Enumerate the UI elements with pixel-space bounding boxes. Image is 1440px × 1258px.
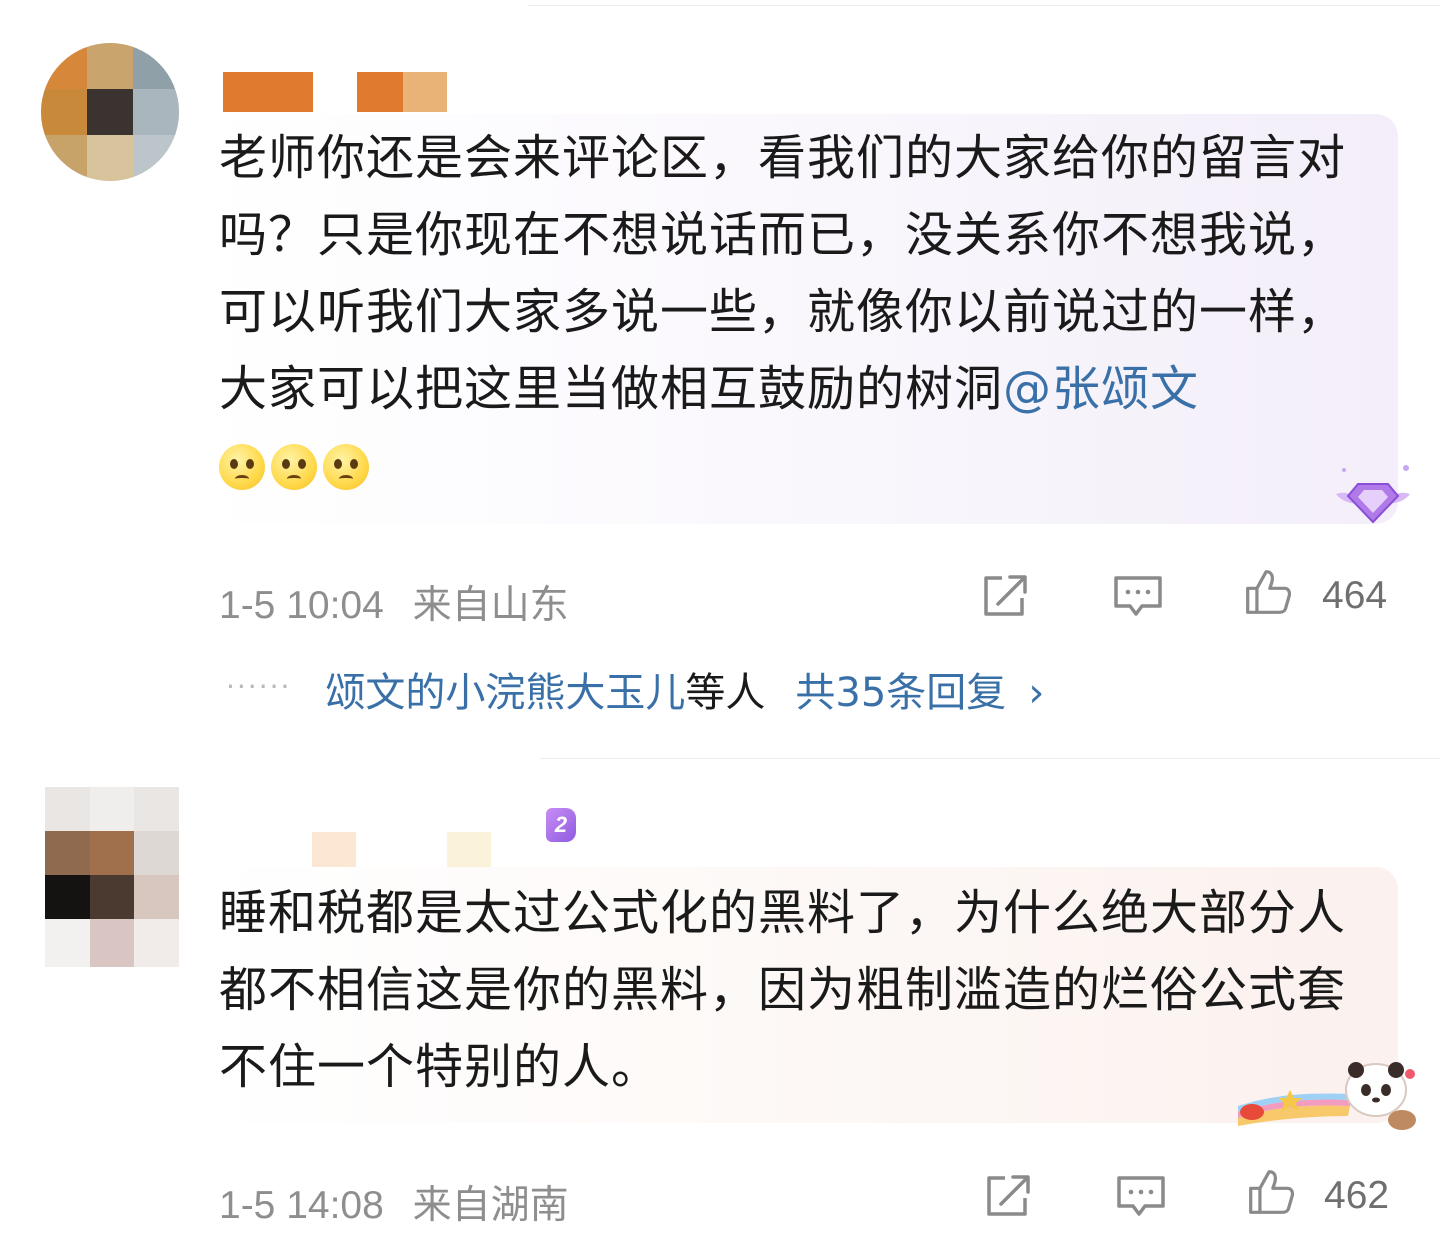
avatar-pixel — [41, 43, 87, 89]
pleading-face-emoji — [271, 444, 317, 490]
avatar[interactable] — [41, 43, 179, 181]
share-icon[interactable] — [980, 572, 1032, 620]
thumbs-up-icon[interactable] — [1242, 568, 1294, 616]
mention-link[interactable]: @张颂文 — [1003, 361, 1199, 417]
replies-dots: ······ — [226, 670, 292, 703]
avatar-pixel — [90, 831, 134, 875]
comment-location: 来自湖南 — [412, 1184, 569, 1227]
comment-icon[interactable] — [1112, 572, 1164, 620]
avatar-pixel — [90, 787, 134, 831]
avatar-pixel — [134, 875, 179, 919]
comment-time: 1-5 14:08 — [219, 1184, 384, 1227]
comment-time: 1-5 10:04 — [219, 584, 384, 627]
chevron-right-icon[interactable]: › — [1028, 670, 1044, 716]
username-redacted[interactable] — [223, 72, 313, 112]
pleading-face-emoji — [323, 444, 369, 490]
level-badge: 2 — [546, 808, 576, 842]
avatar-pixel — [133, 89, 179, 135]
comment-divider — [540, 758, 1440, 759]
avatar-pixel — [41, 135, 87, 181]
like-count: 464 — [1322, 574, 1388, 617]
username-redacted — [403, 72, 447, 112]
avatar-pixel — [87, 135, 133, 181]
username-redacted — [447, 832, 491, 872]
comment-icon[interactable] — [1115, 1172, 1167, 1220]
comment-location: 来自山东 — [412, 584, 569, 627]
pleading-face-emoji — [219, 444, 265, 490]
avatar-pixel — [90, 875, 134, 919]
username-redacted[interactable] — [312, 832, 356, 872]
avatar-pixel — [134, 831, 179, 875]
avatar[interactable] — [45, 787, 179, 967]
avatar-pixel — [133, 43, 179, 89]
comment-text: 睡和税都是太过公式化的黑料了，为什么绝大部分人都不相信这是你的黑料，因为粗制滥造… — [219, 885, 1347, 1095]
share-icon[interactable] — [983, 1172, 1035, 1220]
like-count: 462 — [1324, 1174, 1390, 1217]
avatar-pixel — [133, 135, 179, 181]
username-redacted — [357, 72, 403, 112]
thumbs-up-icon[interactable] — [1245, 1168, 1297, 1216]
avatar-pixel — [90, 919, 134, 967]
reply-etc: 等人 — [685, 670, 766, 716]
avatar-pixel — [45, 875, 90, 919]
replies-preview[interactable]: ······ 颂文的小浣熊大玉儿等人 共35条回复 › — [226, 660, 1044, 718]
reply-total[interactable]: 共35条回复 — [795, 670, 1006, 716]
avatar-pixel — [45, 831, 90, 875]
comment-meta: 1-5 14:08 来自湖南 — [219, 1174, 569, 1230]
avatar-pixel — [134, 919, 179, 967]
top-divider — [528, 5, 1440, 6]
avatar-pixel — [87, 89, 133, 135]
avatar-pixel — [41, 89, 87, 135]
comment-meta: 1-5 10:04 来自山东 — [219, 574, 569, 630]
avatar-pixel — [87, 43, 133, 89]
comment-text: 老师你还是会来评论区，看我们的大家给你的留言对吗？只是你现在不想说话而已，没关系… — [219, 120, 1379, 505]
reply-users[interactable]: 颂文的小浣熊大玉儿 — [325, 670, 685, 716]
avatar-pixel — [45, 919, 90, 967]
